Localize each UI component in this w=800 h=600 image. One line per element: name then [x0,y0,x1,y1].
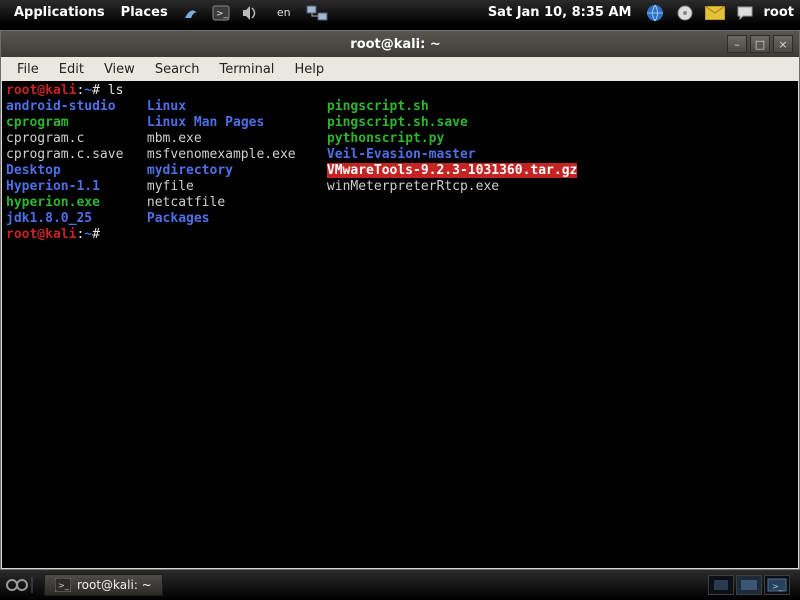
menu-search[interactable]: Search [145,62,210,77]
terminal-launcher-icon[interactable]: >_ [210,2,232,24]
svg-text:>_: >_ [772,582,784,591]
disc-icon[interactable] [674,2,696,24]
svg-text:>_: >_ [216,9,229,19]
window-minimize-button[interactable]: – [727,35,747,53]
window-title: root@kali: ~ [67,37,724,52]
menu-edit[interactable]: Edit [49,62,94,77]
terminal-icon: >_ [55,578,71,592]
window-titlebar[interactable]: root@kali: ~ – □ × [1,31,799,57]
terminal-window: root@kali: ~ – □ × File Edit View Search… [0,30,800,570]
menu-help[interactable]: Help [284,62,334,77]
menu-terminal[interactable]: Terminal [209,62,284,77]
panel-separator-icon [28,576,36,594]
kali-launcher-icon[interactable] [180,2,202,24]
terminal-menubar: File Edit View Search Terminal Help [1,57,799,81]
workspace-switcher: >_ [708,575,790,595]
taskbar-terminal-label: root@kali: ~ [77,578,152,592]
taskbar-terminal-button[interactable]: >_ root@kali: ~ [44,574,163,596]
user-menu[interactable]: root [760,5,795,20]
svg-text:>_: >_ [58,581,70,590]
menu-view[interactable]: View [94,62,145,77]
web-browser-icon[interactable] [644,2,666,24]
menu-file[interactable]: File [7,62,49,77]
keyboard-layout-indicator[interactable]: en [270,2,298,24]
notification-icon[interactable] [734,2,756,24]
network-icon[interactable] [306,2,328,24]
show-desktop-icon[interactable] [6,577,28,593]
workspace-3[interactable]: >_ [764,575,790,595]
window-close-button[interactable]: × [773,35,793,53]
applications-menu[interactable]: Applications [6,5,113,20]
bottom-panel: >_ root@kali: ~ >_ [0,570,800,600]
top-panel: Applications Places >_ en Sat Jan 10, 8:… [0,0,800,26]
window-maximize-button[interactable]: □ [750,35,770,53]
workspace-1[interactable] [708,575,734,595]
volume-icon[interactable] [240,2,262,24]
workspace-2[interactable] [736,575,762,595]
mail-icon[interactable] [704,2,726,24]
places-menu[interactable]: Places [113,5,176,20]
clock[interactable]: Sat Jan 10, 8:35 AM [480,5,640,20]
terminal-output[interactable]: root@kali:~# ls android-studio Linux pin… [2,81,798,568]
